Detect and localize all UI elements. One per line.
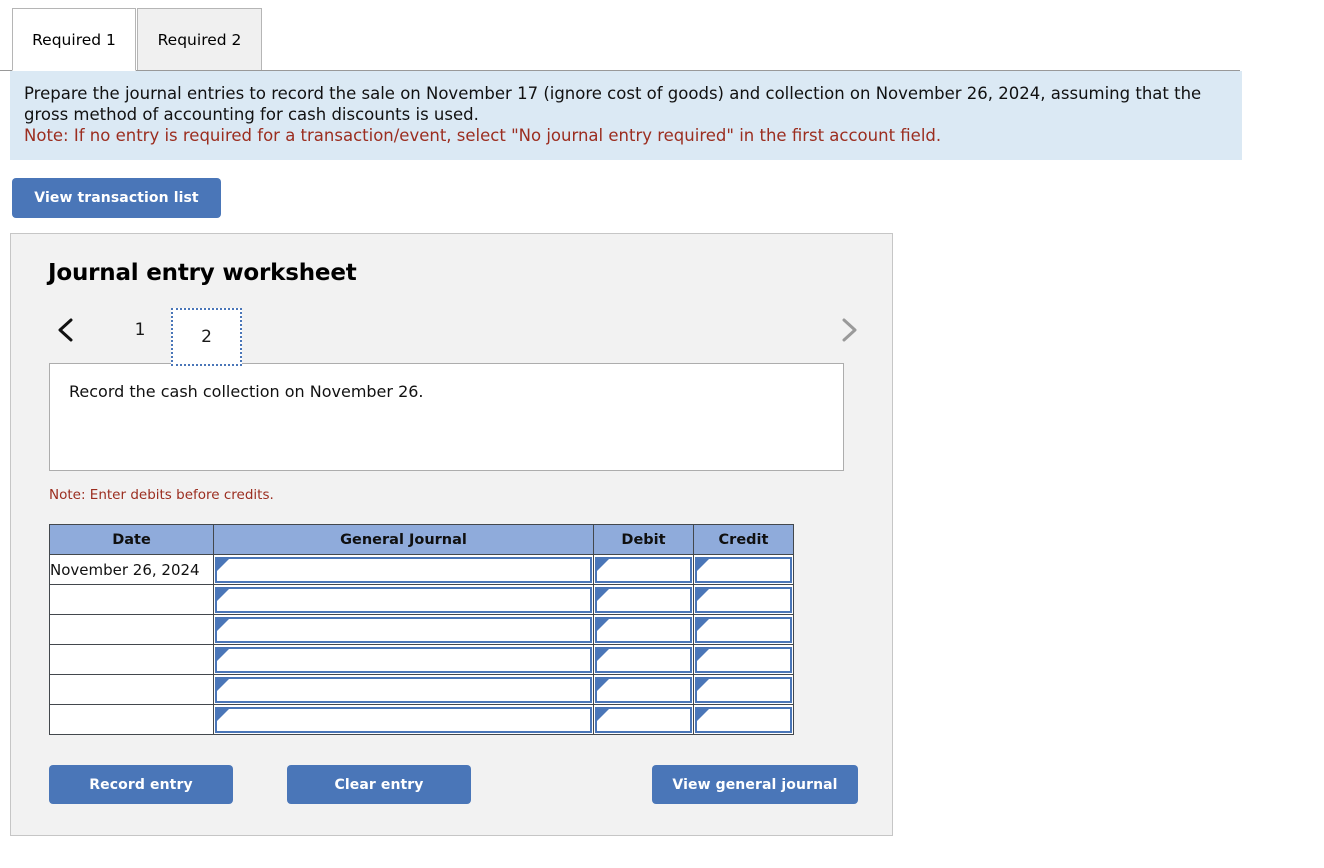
credit-input[interactable] xyxy=(695,616,792,643)
credit-input[interactable] xyxy=(695,706,792,733)
dropdown-triangle-icon xyxy=(217,618,229,631)
table-row xyxy=(49,704,794,735)
date-cell[interactable] xyxy=(49,644,214,675)
dropdown-triangle-icon xyxy=(697,588,709,601)
column-header-debit: Debit xyxy=(593,524,694,555)
column-header-general-journal: General Journal xyxy=(213,524,594,555)
table-row xyxy=(49,674,794,705)
general-journal-cell[interactable] xyxy=(213,584,594,615)
debit-input[interactable] xyxy=(595,706,692,733)
date-cell[interactable]: November 26, 2024 xyxy=(49,554,214,585)
debit-cell[interactable] xyxy=(593,674,694,705)
instructions-banner: Prepare the journal entries to record th… xyxy=(10,71,1242,160)
credit-cell[interactable] xyxy=(693,614,794,645)
dropdown-triangle-icon xyxy=(597,648,609,661)
view-transaction-list-button[interactable]: View transaction list xyxy=(12,178,221,218)
dropdown-triangle-icon xyxy=(697,678,709,691)
transaction-description-text: Record the cash collection on November 2… xyxy=(69,382,424,401)
clear-entry-button[interactable]: Clear entry xyxy=(287,765,471,804)
general-journal-input[interactable] xyxy=(215,586,592,613)
worksheet-page-1-label: 1 xyxy=(134,320,146,340)
credit-input[interactable] xyxy=(695,646,792,673)
credit-cell[interactable] xyxy=(693,674,794,705)
debit-cell[interactable] xyxy=(593,704,694,735)
dropdown-triangle-icon xyxy=(597,678,609,691)
dropdown-triangle-icon xyxy=(697,558,709,571)
credit-input[interactable] xyxy=(695,556,792,583)
general-journal-input[interactable] xyxy=(215,676,592,703)
tab-required-2[interactable]: Required 2 xyxy=(137,8,262,71)
table-header-row: Date General Journal Debit Credit xyxy=(49,524,794,555)
instructions-text: Prepare the journal entries to record th… xyxy=(24,84,1202,124)
table-row: November 26, 2024 xyxy=(49,554,794,585)
credit-cell[interactable] xyxy=(693,644,794,675)
general-journal-cell[interactable] xyxy=(213,674,594,705)
tab-strip: Required 1 Required 2 xyxy=(0,0,1240,71)
table-row xyxy=(49,614,794,645)
worksheet-pager: 1 2 xyxy=(11,308,894,366)
debit-input[interactable] xyxy=(595,616,692,643)
debit-cell[interactable] xyxy=(593,554,694,585)
debit-cell[interactable] xyxy=(593,614,694,645)
journal-entry-worksheet-panel: Journal entry worksheet 1 2 Record the c… xyxy=(10,233,893,836)
dropdown-triangle-icon xyxy=(597,558,609,571)
table-row xyxy=(49,584,794,615)
dropdown-triangle-icon xyxy=(217,558,229,571)
record-entry-button[interactable]: Record entry xyxy=(49,765,233,804)
chevron-left-icon[interactable] xyxy=(49,308,83,352)
dropdown-triangle-icon xyxy=(217,708,229,721)
credit-input[interactable] xyxy=(695,586,792,613)
worksheet-page-2[interactable]: 2 xyxy=(171,308,242,366)
dropdown-triangle-icon xyxy=(217,678,229,691)
table-row xyxy=(49,644,794,675)
credit-cell[interactable] xyxy=(693,584,794,615)
worksheet-page-1[interactable]: 1 xyxy=(114,308,166,352)
debit-input[interactable] xyxy=(595,646,692,673)
general-journal-input[interactable] xyxy=(215,706,592,733)
worksheet-page-2-label: 2 xyxy=(201,327,212,347)
dropdown-triangle-icon xyxy=(597,588,609,601)
general-journal-cell[interactable] xyxy=(213,614,594,645)
view-general-journal-button[interactable]: View general journal xyxy=(652,765,858,804)
credit-cell[interactable] xyxy=(693,704,794,735)
dropdown-triangle-icon xyxy=(217,648,229,661)
debit-input[interactable] xyxy=(595,586,692,613)
date-cell[interactable] xyxy=(49,584,214,615)
general-journal-cell[interactable] xyxy=(213,704,594,735)
dropdown-triangle-icon xyxy=(217,588,229,601)
journal-entry-table: Date General Journal Debit Credit Novemb… xyxy=(49,524,794,735)
debits-before-credits-note: Note: Enter debits before credits. xyxy=(49,487,274,503)
dropdown-triangle-icon xyxy=(697,618,709,631)
general-journal-cell[interactable] xyxy=(213,644,594,675)
credit-input[interactable] xyxy=(695,676,792,703)
credit-cell[interactable] xyxy=(693,554,794,585)
general-journal-input[interactable] xyxy=(215,556,592,583)
tab-required-2-label: Required 2 xyxy=(157,30,242,49)
column-header-credit: Credit xyxy=(693,524,794,555)
date-cell[interactable] xyxy=(49,674,214,705)
dropdown-triangle-icon xyxy=(697,648,709,661)
tab-required-1[interactable]: Required 1 xyxy=(12,8,136,71)
general-journal-input[interactable] xyxy=(215,646,592,673)
debit-input[interactable] xyxy=(595,556,692,583)
panel-title: Journal entry worksheet xyxy=(48,260,357,286)
general-journal-input[interactable] xyxy=(215,616,592,643)
general-journal-cell[interactable] xyxy=(213,554,594,585)
dropdown-triangle-icon xyxy=(697,708,709,721)
dropdown-triangle-icon xyxy=(597,618,609,631)
debit-cell[interactable] xyxy=(593,644,694,675)
debit-input[interactable] xyxy=(595,676,692,703)
tab-required-1-label: Required 1 xyxy=(32,30,116,49)
date-cell[interactable] xyxy=(49,704,214,735)
date-cell[interactable] xyxy=(49,614,214,645)
dropdown-triangle-icon xyxy=(597,708,609,721)
debit-cell[interactable] xyxy=(593,584,694,615)
instructions-note: Note: If no entry is required for a tran… xyxy=(24,126,942,145)
column-header-date: Date xyxy=(49,524,214,555)
chevron-right-icon[interactable] xyxy=(831,308,865,352)
transaction-description: Record the cash collection on November 2… xyxy=(49,363,844,471)
